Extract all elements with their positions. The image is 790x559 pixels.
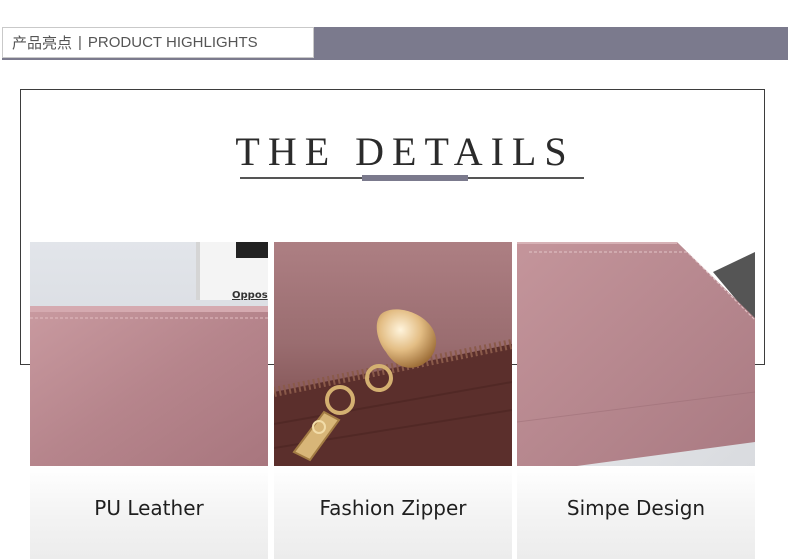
fashion-zipper-caption-box: Fashion Zipper [274, 466, 512, 559]
magazine-text: Oppos [232, 290, 268, 301]
title-underline-accent [362, 175, 468, 181]
header-title-cn: 产品亮点 [12, 35, 73, 52]
simple-design-photo [517, 242, 755, 466]
header-separator: | [78, 34, 82, 51]
product-highlights-page: 产品亮点 | PRODUCT HIGHLIGHTS THE DETAILS Op… [0, 0, 790, 559]
fashion-zipper-photo [274, 242, 512, 466]
simple-design-caption-box: Simpe Design [517, 466, 755, 559]
details-title: THE DETAILS [235, 129, 575, 174]
simple-design-caption: Simpe Design [566, 495, 706, 520]
pu-leather-caption: PU Leather [94, 495, 204, 520]
pu-leather-photo: Oppos [30, 242, 268, 466]
fashion-zipper-caption: Fashion Zipper [319, 495, 467, 520]
section-header: 产品亮点 | PRODUCT HIGHLIGHTS [2, 27, 314, 58]
header-title-en: PRODUCT HIGHLIGHTS [87, 34, 258, 51]
pu-leather-caption-box: PU Leather [30, 466, 268, 559]
